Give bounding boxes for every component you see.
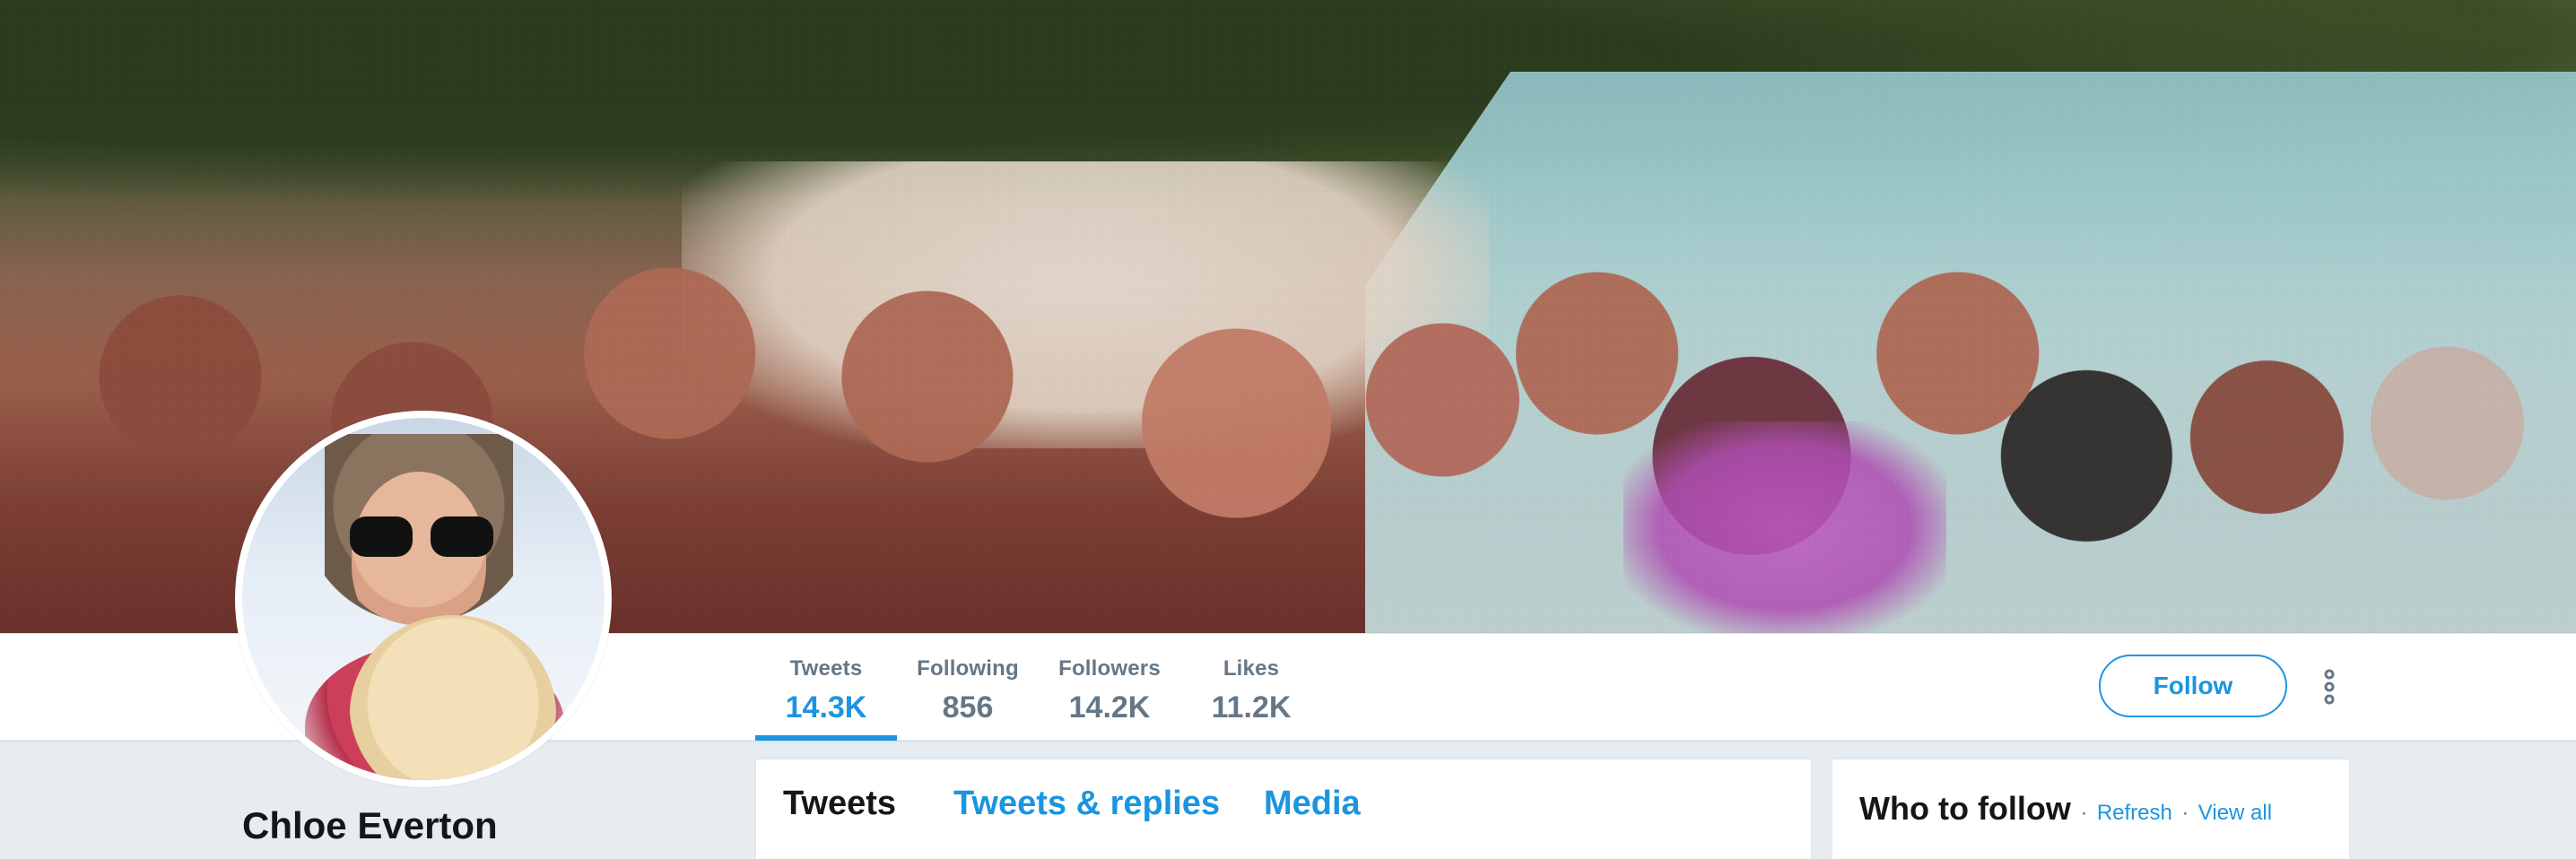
profile-tabs: Tweets Tweets & replies Media xyxy=(755,759,1812,859)
who-to-follow-title: Who to follow xyxy=(1859,790,2071,827)
profile-stats: Tweets 14.3K Following 856 Followers 14.… xyxy=(755,633,1322,741)
avatar-sunglasses xyxy=(350,516,493,561)
profile-name: Chloe Everton xyxy=(242,804,498,846)
who-to-follow-panel: Who to follow · Refresh · View all xyxy=(1832,759,2350,859)
stat-value: 14.2K xyxy=(1068,690,1151,725)
stat-value: 11.2K xyxy=(1211,690,1292,725)
profile-avatar[interactable] xyxy=(235,411,612,787)
follow-button[interactable]: Follow xyxy=(2099,655,2287,717)
stat-followers[interactable]: Followers 14.2K xyxy=(1039,633,1180,741)
refresh-link[interactable]: Refresh xyxy=(2097,801,2172,825)
stat-following[interactable]: Following 856 xyxy=(897,633,1039,741)
tab-tweets-replies[interactable]: Tweets & replies xyxy=(953,783,1220,824)
stat-label: Tweets xyxy=(789,656,863,681)
stat-tweets[interactable]: Tweets 14.3K xyxy=(755,633,897,741)
stat-value: 14.3K xyxy=(785,690,867,725)
separator-dot: · xyxy=(2080,801,2088,825)
view-all-link[interactable]: View all xyxy=(2198,801,2272,825)
separator-dot: · xyxy=(2181,801,2189,825)
more-options-button[interactable] xyxy=(2317,664,2342,710)
stat-likes[interactable]: Likes 11.2K xyxy=(1180,633,1322,741)
vertical-dots-icon xyxy=(2324,669,2335,705)
tab-media[interactable]: Media xyxy=(1264,783,1361,824)
stat-label: Following xyxy=(917,656,1019,681)
stat-value: 856 xyxy=(942,690,994,725)
tab-tweets[interactable]: Tweets xyxy=(783,783,896,824)
stat-label: Followers xyxy=(1058,656,1161,681)
avatar-photo xyxy=(242,418,605,780)
stat-label: Likes xyxy=(1223,656,1280,681)
